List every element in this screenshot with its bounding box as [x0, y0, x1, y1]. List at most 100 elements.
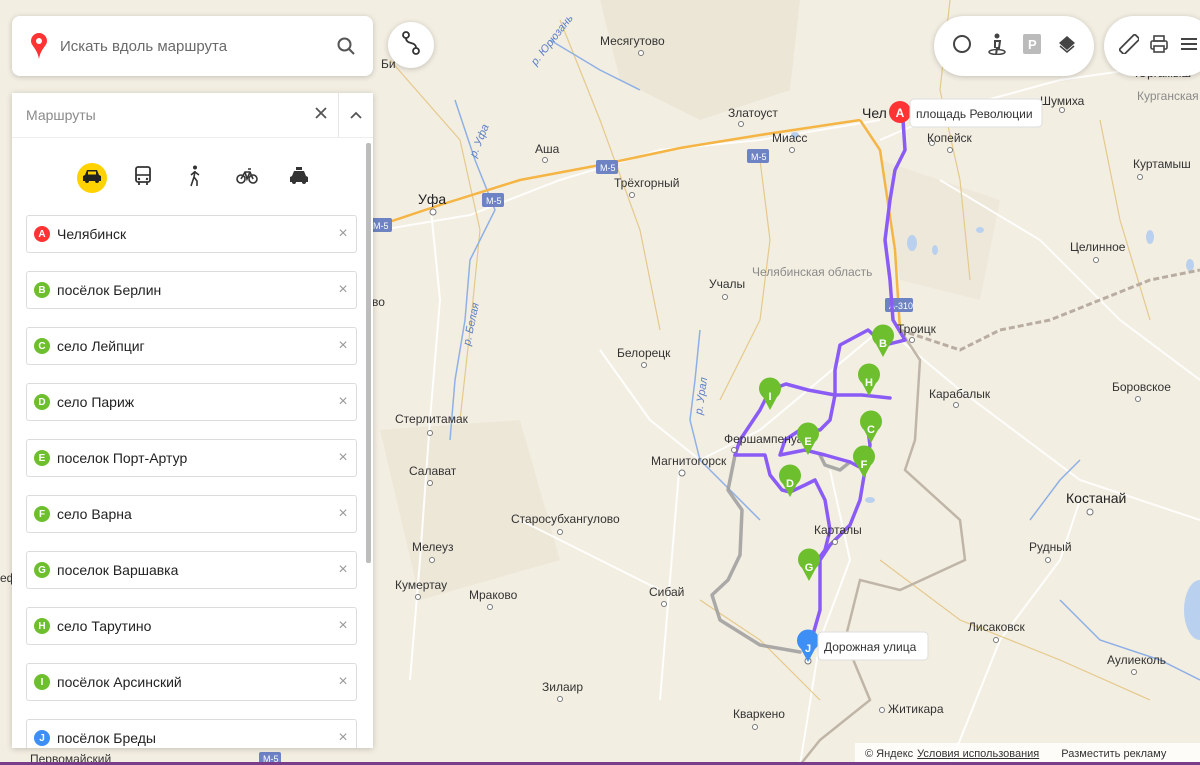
- city-ufa: Уфа: [418, 191, 446, 207]
- svg-text:A: A: [896, 106, 905, 120]
- parking-icon: P: [1022, 33, 1041, 59]
- city-kostanay: Костанай: [1066, 490, 1126, 506]
- panel-scrollbar[interactable]: [366, 143, 371, 563]
- layers-button[interactable]: [1051, 29, 1082, 63]
- remove-stop-icon[interactable]: ×: [330, 440, 356, 476]
- mode-taxi[interactable]: [283, 162, 315, 194]
- mode-car[interactable]: [76, 163, 107, 193]
- search-icon[interactable]: [329, 29, 363, 63]
- traffic-button[interactable]: [946, 29, 977, 63]
- stop-i[interactable]: I посёлок Арсинский ×: [26, 663, 357, 701]
- stop-name[interactable]: село Париж: [57, 394, 330, 410]
- stop-badge: J: [34, 730, 50, 746]
- print-icon: [1149, 34, 1169, 59]
- city-starosubhangulovo: Старосубхангулово: [511, 512, 620, 526]
- city-troitsk: Троицк: [897, 322, 937, 336]
- close-icon: [315, 106, 327, 124]
- svg-text:C: C: [867, 424, 875, 436]
- mode-transit[interactable]: [127, 162, 159, 194]
- stop-g[interactable]: G поселок Варшавка ×: [26, 551, 357, 589]
- terms-link[interactable]: Условия использования: [917, 748, 1039, 760]
- stop-badge: G: [34, 562, 50, 578]
- callout-end[interactable]: Дорожная улица: [817, 631, 929, 661]
- city-miass: Миасс: [772, 131, 807, 145]
- stop-j[interactable]: J посёлок Бреды ×: [26, 719, 357, 748]
- stop-c[interactable]: C село Лейпциг ×: [26, 327, 357, 365]
- remove-stop-icon[interactable]: ×: [330, 664, 356, 700]
- collapse-panel-button[interactable]: [338, 93, 373, 137]
- stop-a[interactable]: A Челябинск ×: [26, 215, 357, 253]
- city-sterlitamak: Стерлитамак: [395, 412, 469, 426]
- menu-icon: [1181, 36, 1197, 57]
- city-tselinnoe: Целинное: [1070, 240, 1126, 254]
- city-meleuz: Мелеуз: [412, 540, 454, 554]
- stop-d[interactable]: D село Париж ×: [26, 383, 357, 421]
- stop-e[interactable]: E поселок Порт-Артур ×: [26, 439, 357, 477]
- stop-name[interactable]: село Лейпциг: [57, 338, 330, 354]
- traffic-icon: [952, 34, 972, 59]
- marker-a[interactable]: A: [889, 101, 911, 123]
- more-button[interactable]: [1176, 29, 1200, 63]
- remove-stop-icon[interactable]: ×: [330, 328, 356, 364]
- stop-name[interactable]: поселок Порт-Артур: [57, 450, 330, 466]
- city-mrakovo: Мраково: [469, 588, 518, 602]
- city-kurtamysh: Куртамыш: [1133, 157, 1191, 171]
- stop-badge: I: [34, 674, 50, 690]
- city-borovskoe: Боровское: [1112, 380, 1171, 394]
- route-toggle-button[interactable]: [388, 22, 434, 68]
- stop-badge: A: [34, 226, 50, 242]
- print-button[interactable]: [1146, 29, 1172, 63]
- taxi-icon: [289, 166, 309, 190]
- svg-text:J: J: [805, 643, 811, 655]
- mode-walk[interactable]: [179, 162, 211, 194]
- city-magnitogorsk: Магнитогорск: [651, 454, 727, 468]
- city-chelyabinsk-partial: Чел: [862, 105, 887, 121]
- bike-icon: [235, 167, 258, 189]
- panorama-button[interactable]: [981, 29, 1012, 63]
- search-input[interactable]: Искать вдоль маршрута: [60, 38, 329, 55]
- svg-text:B: B: [879, 338, 887, 350]
- stop-name[interactable]: посёлок Бреды: [57, 730, 330, 746]
- remove-stop-icon[interactable]: ×: [330, 720, 356, 748]
- routes-panel: Маршруты A Челябинск × B посёлок Берлин …: [12, 93, 373, 748]
- stop-f[interactable]: F село Варна ×: [26, 495, 357, 533]
- stop-name[interactable]: посёлок Арсинский: [57, 674, 330, 690]
- bus-icon: [134, 165, 151, 191]
- stop-name[interactable]: поселок Варшавка: [57, 562, 330, 578]
- city-sibay: Сибай: [649, 585, 684, 599]
- advertise-link[interactable]: Разместить рекламу: [1061, 748, 1166, 760]
- callout-start[interactable]: площадь Революции: [909, 98, 1043, 128]
- remove-stop-icon[interactable]: ×: [330, 216, 356, 252]
- remove-stop-icon[interactable]: ×: [330, 496, 356, 532]
- tools-toolbar: [1104, 16, 1200, 76]
- stop-h[interactable]: H село Тарутино ×: [26, 607, 357, 645]
- stop-name[interactable]: село Тарутино: [57, 618, 330, 634]
- city-kvarkeno: Кваркено: [733, 707, 785, 721]
- search-box[interactable]: Искать вдоль маршрута: [12, 16, 373, 76]
- svg-text:E: E: [804, 436, 811, 448]
- route-icon: [401, 30, 421, 60]
- region-chelyabinsk: Челябинская область: [752, 265, 872, 279]
- remove-stop-icon[interactable]: ×: [330, 552, 356, 588]
- city-zlatoust: Златоуст: [728, 106, 778, 120]
- stop-name[interactable]: село Варна: [57, 506, 330, 522]
- stop-name[interactable]: Челябинск: [57, 226, 330, 242]
- stop-name[interactable]: посёлок Берлин: [57, 282, 330, 298]
- svg-text:I: I: [768, 391, 771, 403]
- hw-m5-2: М-5: [486, 196, 502, 206]
- svg-text:H: H: [865, 377, 873, 389]
- close-panel-button[interactable]: [304, 93, 338, 137]
- stop-badge: E: [34, 450, 50, 466]
- remove-stop-icon[interactable]: ×: [330, 272, 356, 308]
- city-rudny: Рудный: [1029, 540, 1072, 554]
- parking-button[interactable]: P: [1016, 29, 1047, 63]
- mode-bike[interactable]: [231, 162, 263, 194]
- city-asha: Аша: [535, 142, 560, 156]
- remove-stop-icon[interactable]: ×: [330, 608, 356, 644]
- stop-b[interactable]: B посёлок Берлин ×: [26, 271, 357, 309]
- walk-icon: [188, 165, 202, 192]
- city-kartaly: Карталы: [814, 523, 862, 537]
- remove-stop-icon[interactable]: ×: [330, 384, 356, 420]
- ruler-button[interactable]: [1116, 29, 1142, 63]
- stop-badge: F: [34, 506, 50, 522]
